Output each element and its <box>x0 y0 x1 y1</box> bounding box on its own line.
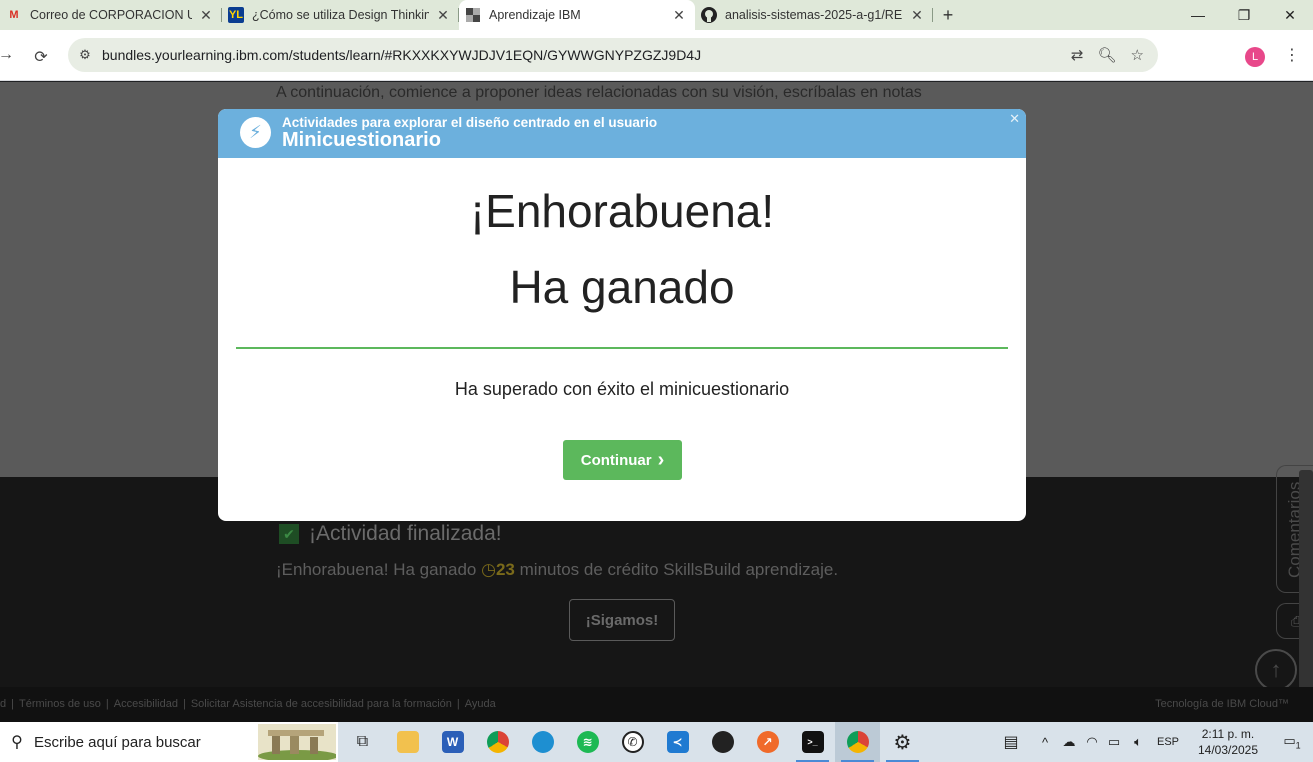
chevron-up-icon[interactable]: ^ <box>1033 735 1057 750</box>
clock-date: 14/03/2025 <box>1197 743 1259 757</box>
close-icon[interactable]: ✕ <box>671 7 687 24</box>
footer-brand: Tecnología de IBM Cloud™ <box>1155 698 1289 710</box>
chrome-icon[interactable] <box>475 722 520 762</box>
footer-link-terms[interactable]: Términos de uso <box>19 698 101 710</box>
task-view-icon[interactable]: ⧉ <box>340 722 385 762</box>
restore-icon[interactable]: ❐ <box>1221 0 1267 30</box>
footer-links: d | Términos de uso | Accesibilidad | Solicita… <box>0 698 496 710</box>
settings-gear-icon[interactable]: ⚙ <box>880 722 925 762</box>
activity-done-label: ¡Actividad finalizada! <box>309 522 502 545</box>
clock[interactable]: 2:11 p. m. 14/03/2025 <box>1185 726 1271 758</box>
taskbar-apps: ⧉ W ≋ ✆ ≺ ↗ >_ ⚙ <box>340 722 925 762</box>
footer-link[interactable]: d <box>0 698 6 710</box>
won-heading: Ha ganado <box>509 261 735 313</box>
tab-github[interactable]: analisis-sistemas-2025-a-g1/RE ✕ <box>695 0 933 30</box>
postman-icon[interactable]: ↗ <box>745 722 790 762</box>
divider <box>236 347 1008 349</box>
quiz-result-modal: ⚡ Actividades para explorar el diseño ce… <box>218 109 1026 521</box>
footer-link-assistance[interactable]: Solicitar Asistencia de accesibilidad pa… <box>191 698 452 710</box>
activity-done: ✔ ¡Actividad finalizada! <box>279 522 502 546</box>
footer-link-help[interactable]: Ayuda <box>465 698 496 710</box>
scrollbar[interactable] <box>1299 470 1313 720</box>
chevron-right-icon: › <box>657 449 665 471</box>
close-icon[interactable]: ✕ <box>1009 111 1020 127</box>
close-icon[interactable]: ✕ <box>198 7 214 24</box>
chrome-profile-icon[interactable] <box>835 722 880 762</box>
system-tray: ▤ ^ ☁ ◠ ▭ 🔈︎ ESP 2:11 p. m. 14/03/2025 ▭… <box>989 722 1313 762</box>
continue-button-label: Continuar <box>580 451 652 469</box>
credit-text: ¡Enhorabuena! Ha ganado ◷23 minutos de c… <box>276 560 838 580</box>
zoom-icon[interactable]: 🔍︎ <box>1098 46 1117 64</box>
modal-header: ⚡ Actividades para explorar el diseño ce… <box>218 109 1026 158</box>
notification-count: 1 <box>1295 740 1301 751</box>
site-info-icon[interactable]: ⚙ <box>68 47 102 63</box>
tab-title: Aprendizaje IBM <box>489 8 581 22</box>
continue-page-button[interactable]: ¡Sigamos! <box>569 599 675 641</box>
tab-strip: M Correo de CORPORACION UNIV ✕ YL ¿Cómo … <box>0 0 1313 30</box>
modal-title: Minicuestionario <box>282 129 441 151</box>
yl-icon: YL <box>228 7 244 23</box>
scroll-to-top-icon[interactable]: ↑ <box>1255 649 1297 691</box>
wifi-icon[interactable]: ◠ <box>1081 734 1103 750</box>
footer: d | Términos de uso | Accesibilidad | Solicita… <box>0 687 1313 722</box>
credit-prefix: ¡Enhorabuena! Ha ganado <box>276 560 477 579</box>
ibm-icon <box>465 7 481 23</box>
close-icon[interactable]: ✕ <box>909 7 925 24</box>
address-bar[interactable]: ⚙ bundles.yourlearning.ibm.com/students/… <box>68 38 1158 72</box>
translate-icon[interactable]: ⇄ <box>1071 46 1084 64</box>
bookmark-star-icon[interactable]: ☆ <box>1131 46 1144 64</box>
checkmark-icon: ✔ <box>279 524 299 544</box>
clock-time: 2:11 p. m. <box>1201 727 1255 741</box>
search-icon: ⚲ <box>11 734 23 751</box>
new-tab-button[interactable]: + <box>933 5 963 26</box>
intro-text: A continuación, comience a proponer idea… <box>276 84 922 101</box>
terminal-icon[interactable]: >_ <box>790 722 835 762</box>
tab-title: ¿Cómo se utiliza Design Thinkin <box>252 8 429 22</box>
tab-design-thinking[interactable]: YL ¿Cómo se utiliza Design Thinkin ✕ <box>222 0 459 30</box>
gmail-icon: M <box>9 9 19 21</box>
toolbar: → ⟳ ⚙ bundles.yourlearning.ibm.com/stude… <box>0 30 1313 81</box>
tab-title: Correo de CORPORACION UNIV <box>30 8 192 22</box>
github-desktop-icon[interactable] <box>700 722 745 762</box>
success-message: Ha superado con éxito el minicuestionari… <box>454 379 790 399</box>
menu-icon[interactable]: ⋮ <box>1284 45 1300 65</box>
edge-icon[interactable] <box>520 722 565 762</box>
credit-minutes: 23 <box>495 560 515 579</box>
notifications-icon[interactable]: ▭1 <box>1271 733 1313 751</box>
tab-gmail[interactable]: M Correo de CORPORACION UNIV ✕ <box>0 0 222 30</box>
close-window-icon[interactable]: ✕ <box>1267 0 1313 30</box>
taskbar-search[interactable]: ⚲ Escribe aquí para buscar <box>0 722 338 762</box>
forward-icon[interactable]: → <box>0 46 14 64</box>
search-highlight-image <box>258 724 336 760</box>
tab-aprendizaje-ibm[interactable]: Aprendizaje IBM ✕ <box>459 0 695 30</box>
whatsapp-icon[interactable]: ✆ <box>610 722 655 762</box>
close-icon[interactable]: ✕ <box>435 7 451 24</box>
search-placeholder: Escribe aquí para buscar <box>34 733 201 751</box>
url-text: bundles.yourlearning.ibm.com/students/le… <box>102 47 702 63</box>
news-widget-icon[interactable]: ▤ <box>989 732 1033 752</box>
file-explorer-icon[interactable] <box>385 722 430 762</box>
footer-link-accessibility[interactable]: Accesibilidad <box>114 698 178 710</box>
tab-title: analisis-sistemas-2025-a-g1/RE <box>725 8 903 22</box>
continue-button[interactable]: Continuar › <box>563 440 682 480</box>
lightning-icon: ⚡ <box>240 117 271 148</box>
congrats-heading: ¡Enhorabuena! <box>469 185 775 237</box>
minimize-icon[interactable]: — <box>1175 0 1221 30</box>
battery-icon[interactable]: ▭ <box>1103 734 1125 750</box>
volume-icon[interactable]: 🔈︎ <box>1125 734 1151 750</box>
vscode-icon[interactable]: ≺ <box>655 722 700 762</box>
github-icon <box>701 7 717 23</box>
reload-icon[interactable]: ⟳ <box>24 47 58 67</box>
window-controls: — ❐ ✕ <box>1175 0 1313 30</box>
spotify-icon[interactable]: ≋ <box>565 722 610 762</box>
profile-avatar[interactable]: L <box>1245 47 1265 67</box>
credit-suffix: minutos de crédito SkillsBuild aprendiza… <box>519 560 839 579</box>
clock-icon: ◷ <box>481 560 496 579</box>
word-icon[interactable]: W <box>430 722 475 762</box>
onedrive-icon[interactable]: ☁ <box>1057 734 1081 750</box>
language-indicator[interactable]: ESP <box>1151 736 1185 748</box>
taskbar: ⚲ Escribe aquí para buscar ⧉ W ≋ ✆ ≺ ↗ >… <box>0 722 1313 762</box>
modal-subtitle: Actividades para explorar el diseño cent… <box>282 115 658 130</box>
